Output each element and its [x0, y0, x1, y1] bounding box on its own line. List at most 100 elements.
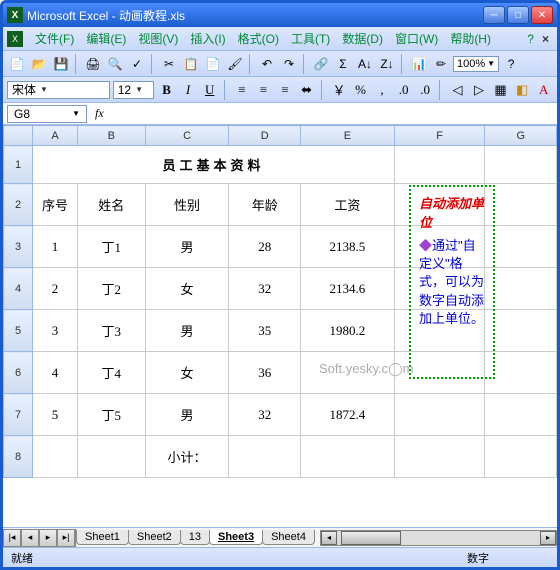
- data-cell[interactable]: 36: [229, 352, 301, 394]
- fontsize-combo[interactable]: 12▼: [113, 81, 155, 99]
- sheet-tab[interactable]: 13: [180, 530, 210, 545]
- redo-button[interactable]: ↷: [279, 54, 299, 74]
- cell[interactable]: [301, 436, 395, 478]
- cell[interactable]: [485, 146, 557, 184]
- align-left-button[interactable]: ≡: [233, 80, 252, 100]
- save-button[interactable]: 💾: [51, 54, 71, 74]
- print-button[interactable]: 🖨: [83, 54, 103, 74]
- open-button[interactable]: 📂: [29, 54, 49, 74]
- close-button[interactable]: ✕: [531, 6, 553, 24]
- cell[interactable]: [77, 436, 145, 478]
- currency-button[interactable]: ￥: [330, 80, 349, 100]
- menu-window[interactable]: 窗口(W): [389, 30, 444, 47]
- data-cell[interactable]: 女: [145, 352, 229, 394]
- data-cell[interactable]: 丁3: [77, 310, 145, 352]
- data-cell[interactable]: 男: [145, 394, 229, 436]
- cell[interactable]: [394, 436, 485, 478]
- header-cell[interactable]: 年龄: [229, 184, 301, 226]
- data-cell[interactable]: 4: [33, 352, 78, 394]
- data-cell[interactable]: 女: [145, 268, 229, 310]
- cell[interactable]: [485, 268, 557, 310]
- chart-button[interactable]: 📊: [409, 54, 429, 74]
- data-cell[interactable]: 1: [33, 226, 78, 268]
- cut-button[interactable]: ✂: [159, 54, 179, 74]
- header-cell[interactable]: 性别: [145, 184, 229, 226]
- bold-button[interactable]: B: [157, 80, 176, 100]
- data-cell[interactable]: 丁2: [77, 268, 145, 310]
- align-right-button[interactable]: ≡: [276, 80, 295, 100]
- tab-first-button[interactable]: |◂: [3, 529, 21, 547]
- header-cell[interactable]: 工资: [301, 184, 395, 226]
- sheet-tab[interactable]: Sheet3: [209, 530, 263, 545]
- align-center-button[interactable]: ≡: [254, 80, 273, 100]
- format-painter-button[interactable]: 🖌: [225, 54, 245, 74]
- worksheet-grid[interactable]: ABCDEFG1员工基本资料2序号姓名性别年龄工资31丁1男282138.542…: [3, 125, 557, 527]
- indent-dec-button[interactable]: ◁: [448, 80, 467, 100]
- menu-view[interactable]: 视图(V): [132, 30, 184, 47]
- zoom-combo[interactable]: 100%▼: [453, 56, 499, 72]
- new-button[interactable]: 📄: [7, 54, 27, 74]
- cell[interactable]: [33, 436, 78, 478]
- paste-button[interactable]: 📄: [203, 54, 223, 74]
- scroll-thumb[interactable]: [341, 531, 401, 545]
- col-header-E[interactable]: E: [301, 126, 395, 146]
- data-cell[interactable]: 1872.4: [301, 394, 395, 436]
- menu-tools[interactable]: 工具(T): [285, 30, 336, 47]
- data-cell[interactable]: 5: [33, 394, 78, 436]
- italic-button[interactable]: I: [179, 80, 198, 100]
- font-color-button[interactable]: A: [534, 80, 553, 100]
- tab-prev-button[interactable]: ◂: [21, 529, 39, 547]
- cell[interactable]: [394, 394, 485, 436]
- row-header-7[interactable]: 7: [4, 394, 33, 436]
- menu-file[interactable]: 文件(F): [29, 30, 80, 47]
- data-cell[interactable]: 丁4: [77, 352, 145, 394]
- col-header-F[interactable]: F: [394, 126, 485, 146]
- drawing-button[interactable]: ✏: [431, 54, 451, 74]
- data-cell[interactable]: 32: [229, 268, 301, 310]
- cell[interactable]: [485, 352, 557, 394]
- sheet-tab[interactable]: Sheet2: [128, 530, 181, 545]
- maximize-button[interactable]: □: [507, 6, 529, 24]
- doc-icon[interactable]: X: [7, 31, 23, 47]
- borders-button[interactable]: ▦: [491, 80, 510, 100]
- sort-desc-button[interactable]: Z↓: [377, 54, 397, 74]
- data-cell[interactable]: 男: [145, 226, 229, 268]
- help-button[interactable]: ?: [501, 54, 521, 74]
- data-cell[interactable]: 2138.5: [301, 226, 395, 268]
- sort-asc-button[interactable]: A↓: [355, 54, 375, 74]
- header-cell[interactable]: 姓名: [77, 184, 145, 226]
- header-cell[interactable]: 序号: [33, 184, 78, 226]
- data-cell[interactable]: 3: [33, 310, 78, 352]
- col-header-A[interactable]: A: [33, 126, 78, 146]
- copy-button[interactable]: 📋: [181, 54, 201, 74]
- indent-inc-button[interactable]: ▷: [470, 80, 489, 100]
- fill-color-button[interactable]: ◧: [513, 80, 532, 100]
- row-header-2[interactable]: 2: [4, 184, 33, 226]
- cell[interactable]: [229, 436, 301, 478]
- data-cell[interactable]: 男: [145, 310, 229, 352]
- cell[interactable]: [485, 184, 557, 226]
- row-header-5[interactable]: 5: [4, 310, 33, 352]
- menu-format[interactable]: 格式(O): [232, 30, 285, 47]
- minimize-button[interactable]: ─: [483, 6, 505, 24]
- cell[interactable]: [485, 436, 557, 478]
- h-scrollbar[interactable]: ◂ ▸: [320, 530, 557, 546]
- data-cell[interactable]: 丁5: [77, 394, 145, 436]
- row-header-8[interactable]: 8: [4, 436, 33, 478]
- data-cell[interactable]: 28: [229, 226, 301, 268]
- menu-insert[interactable]: 插入(I): [184, 30, 231, 47]
- percent-button[interactable]: %: [351, 80, 370, 100]
- cell[interactable]: [485, 310, 557, 352]
- data-cell[interactable]: 35: [229, 310, 301, 352]
- data-cell[interactable]: 2: [33, 268, 78, 310]
- data-cell[interactable]: 32: [229, 394, 301, 436]
- font-combo[interactable]: 宋体▼: [7, 81, 110, 99]
- col-header-C[interactable]: C: [145, 126, 229, 146]
- undo-button[interactable]: ↶: [257, 54, 277, 74]
- fx-icon[interactable]: fx: [95, 106, 104, 121]
- cell[interactable]: [394, 146, 485, 184]
- formula-input[interactable]: [112, 105, 553, 123]
- underline-button[interactable]: U: [200, 80, 219, 100]
- sheet-tab[interactable]: Sheet4: [262, 530, 315, 545]
- doc-close-button[interactable]: ×: [538, 32, 553, 46]
